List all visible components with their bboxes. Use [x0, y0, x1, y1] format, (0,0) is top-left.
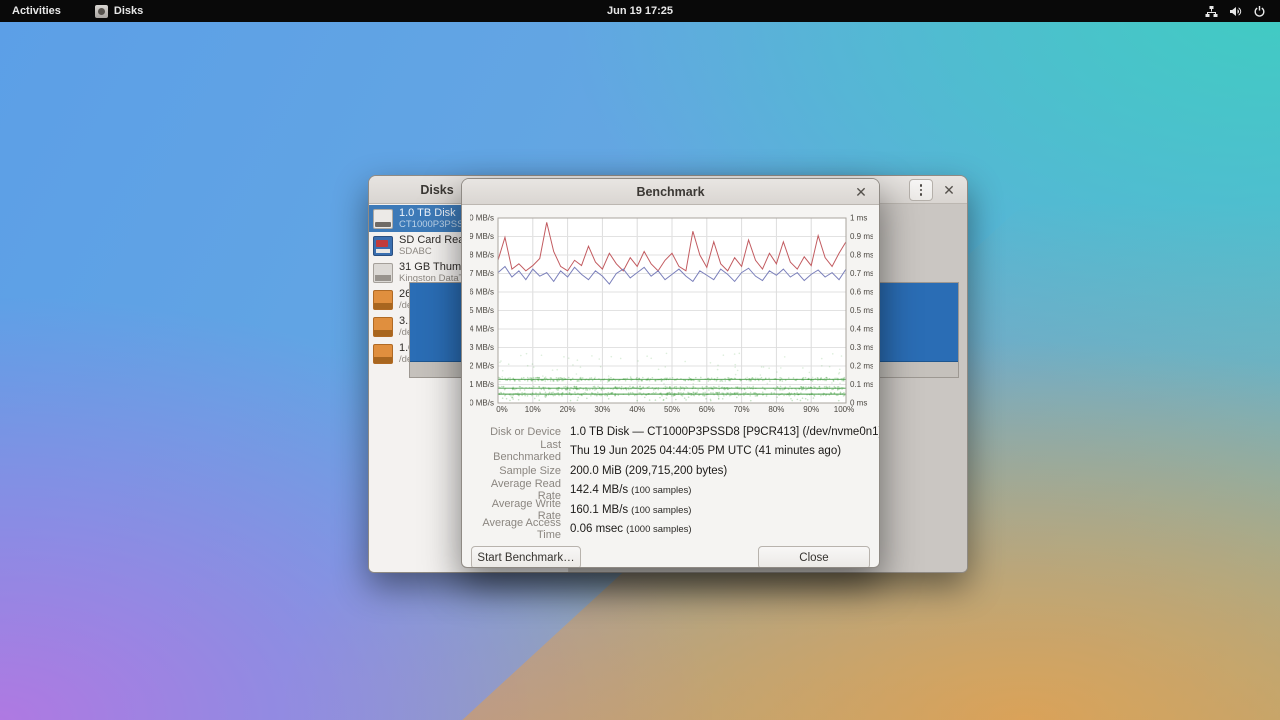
svg-text:0.1 ms: 0.1 ms	[850, 380, 873, 389]
benchmark-dialog: Benchmark ✕ 210 MB/s 189 MB/s 168 MB/s 147 …	[461, 178, 880, 568]
svg-text:42 MB/s: 42 MB/s	[470, 362, 494, 371]
svg-text:70%: 70%	[734, 405, 750, 414]
svg-text:90%: 90%	[803, 405, 819, 414]
svg-text:0.8 ms: 0.8 ms	[850, 251, 873, 260]
start-benchmark-button[interactable]: Start Benchmark…	[471, 546, 581, 568]
benchmark-details: Disk or Device 1.0 TB Disk — CT1000P3PSS…	[470, 422, 871, 539]
svg-text:50%: 50%	[664, 405, 680, 414]
svg-text:10%: 10%	[525, 405, 541, 414]
svg-text:0.3 ms: 0.3 ms	[850, 343, 873, 352]
svg-text:189 MB/s: 189 MB/s	[470, 232, 494, 241]
svg-text:60%: 60%	[699, 405, 715, 414]
svg-text:21 MB/s: 21 MB/s	[470, 380, 494, 389]
dialog-actions: Start Benchmark… Close	[462, 546, 879, 568]
svg-text:0.4 ms: 0.4 ms	[850, 325, 873, 334]
detail-value: 160.1 MB/s(100 samples)	[570, 504, 880, 516]
kebab-menu-icon	[920, 184, 923, 196]
svg-text:0.9 ms: 0.9 ms	[850, 232, 873, 241]
svg-text:126 MB/s: 126 MB/s	[470, 288, 494, 297]
detail-value: 0.06 msec(1000 samples)	[570, 523, 880, 535]
network-icon	[1205, 5, 1218, 18]
svg-text:168 MB/s: 168 MB/s	[470, 251, 494, 260]
block-device-icon	[373, 290, 393, 310]
power-icon	[1253, 5, 1266, 18]
svg-text:80%: 80%	[768, 405, 784, 414]
menu-button[interactable]	[909, 179, 933, 201]
svg-text:84 MB/s: 84 MB/s	[470, 325, 494, 334]
detail-label: Disk or Device	[470, 426, 570, 438]
clock-button[interactable]: Jun 19 17:25	[597, 0, 683, 22]
block-device-icon	[373, 344, 393, 364]
svg-text:105 MB/s: 105 MB/s	[470, 306, 494, 315]
benchmark-chart: 210 MB/s 189 MB/s 168 MB/s 147 MB/s 126 MB/s…	[470, 209, 873, 415]
benchmark-dialog-title: Benchmark	[636, 185, 704, 199]
svg-text:0%: 0%	[496, 405, 508, 414]
block-device-icon	[373, 317, 393, 337]
focused-app-name: Disks	[114, 5, 143, 17]
volume-icon	[1229, 5, 1242, 18]
svg-text:100%: 100%	[834, 405, 854, 414]
thumb-drive-icon	[373, 263, 393, 283]
svg-text:20%: 20%	[560, 405, 576, 414]
svg-text:63 MB/s: 63 MB/s	[470, 343, 494, 352]
svg-text:30%: 30%	[594, 405, 610, 414]
sd-card-icon	[373, 236, 393, 256]
benchmark-titlebar[interactable]: Benchmark ✕	[462, 179, 879, 205]
detail-label: Sample Size	[470, 465, 570, 477]
activities-button[interactable]: Activities	[0, 0, 73, 22]
svg-text:0.6 ms: 0.6 ms	[850, 288, 873, 297]
system-status-area[interactable]	[1199, 0, 1272, 22]
svg-text:210 MB/s: 210 MB/s	[470, 214, 494, 223]
svg-text:0.7 ms: 0.7 ms	[850, 269, 873, 278]
svg-text:147 MB/s: 147 MB/s	[470, 269, 494, 278]
dialog-close-icon[interactable]: ✕	[851, 182, 871, 202]
detail-label: Average Access Time	[470, 517, 570, 541]
window-close-icon[interactable]: ✕	[939, 180, 959, 200]
detail-value: Thu 19 Jun 2025 04:44:05 PM UTC (41 minu…	[570, 445, 880, 457]
detail-value: 200.0 MiB (209,715,200 bytes)	[570, 465, 880, 477]
detail-value: 142.4 MB/s(100 samples)	[570, 484, 880, 496]
top-bar: Activities Disks Jun 19 17:25	[0, 0, 1280, 22]
svg-text:40%: 40%	[629, 405, 645, 414]
close-button[interactable]: Close	[758, 546, 870, 568]
svg-text:1 ms: 1 ms	[850, 214, 867, 223]
detail-label: Last Benchmarked	[470, 439, 570, 463]
svg-text:0 MB/s: 0 MB/s	[470, 399, 494, 408]
svg-text:0.5 ms: 0.5 ms	[850, 306, 873, 315]
focused-app-indicator[interactable]: Disks	[85, 0, 153, 22]
detail-value: 1.0 TB Disk — CT1000P3PSSD8 [P9CR413] (/…	[570, 426, 880, 438]
benchmark-chart-area: 210 MB/s 189 MB/s 168 MB/s 147 MB/s 126 MB/s…	[470, 209, 871, 415]
hard-drive-icon	[373, 209, 393, 229]
svg-text:0.2 ms: 0.2 ms	[850, 362, 873, 371]
disks-app-icon	[95, 5, 108, 18]
